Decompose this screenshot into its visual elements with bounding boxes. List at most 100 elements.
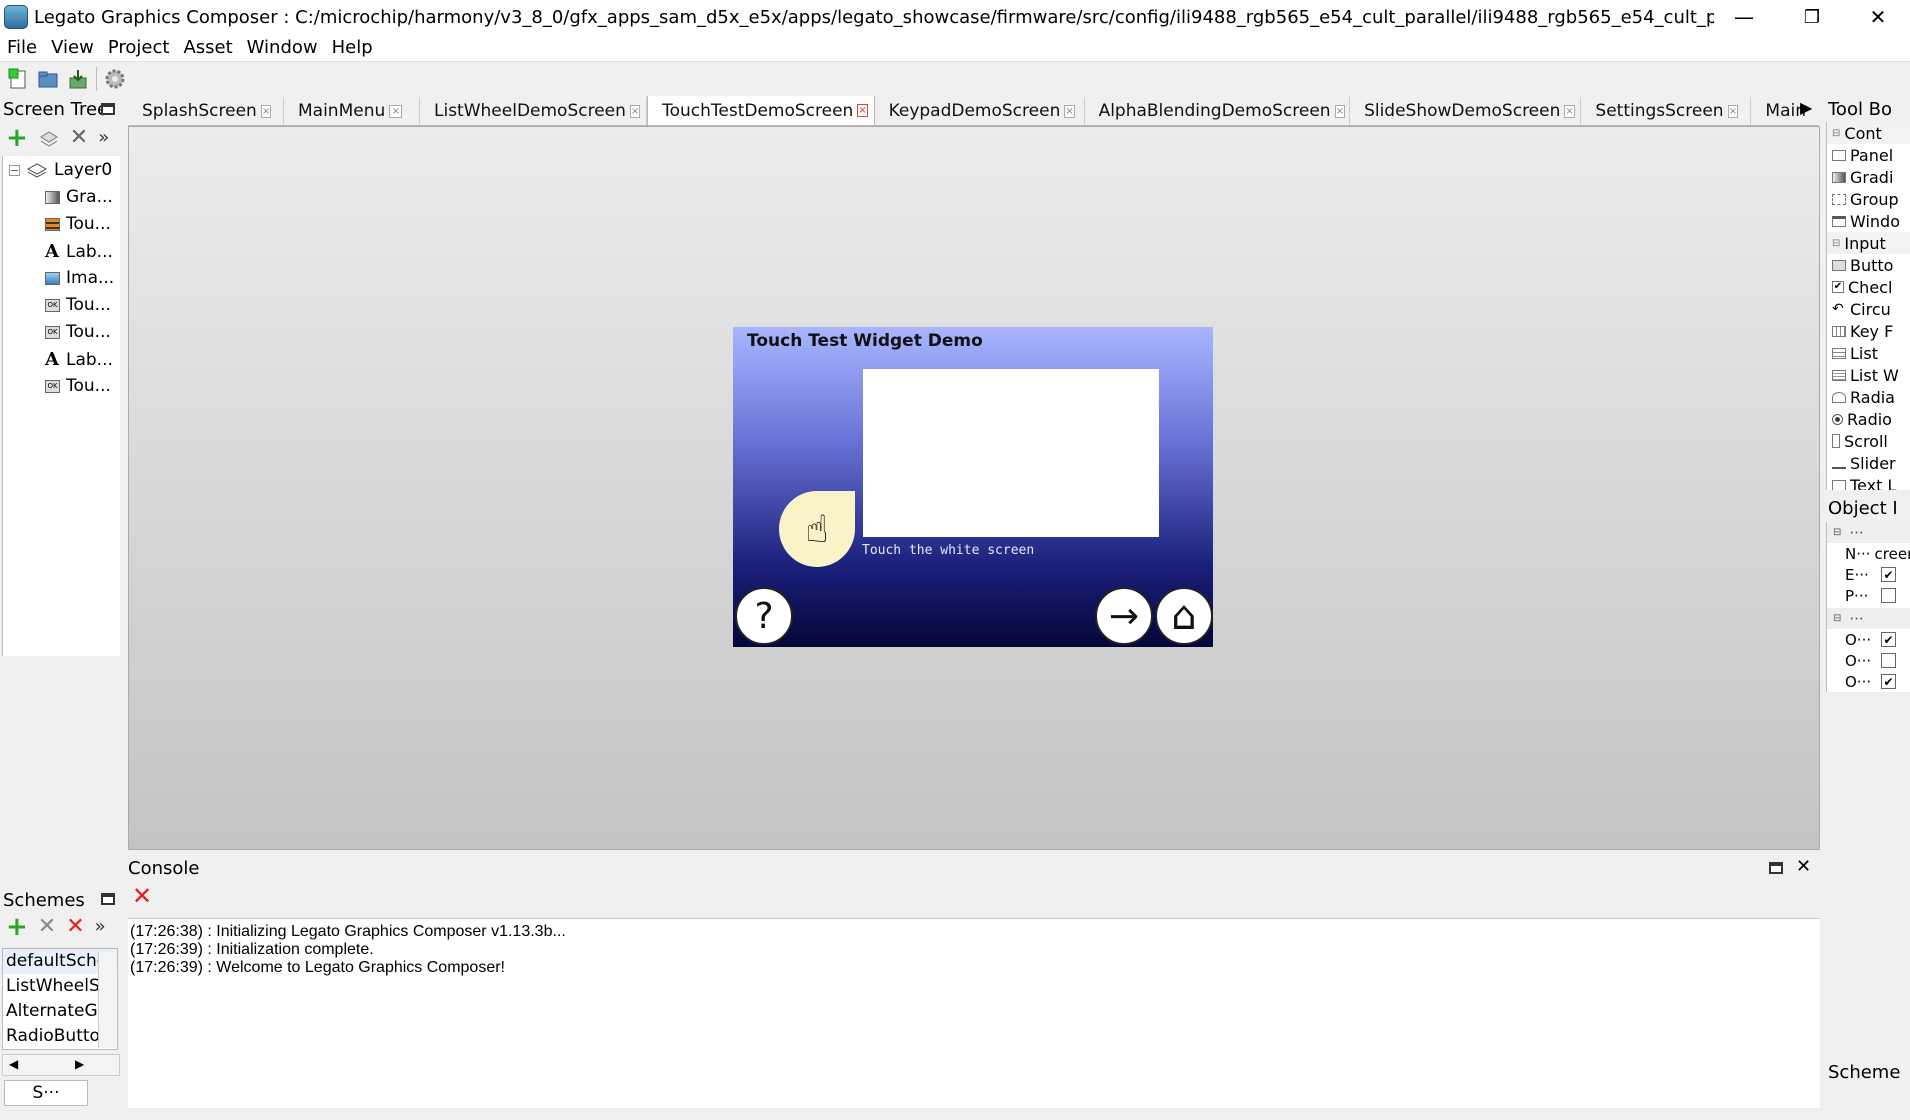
- close-icon[interactable]: ×: [629, 104, 641, 118]
- close-icon[interactable]: ×: [260, 104, 272, 118]
- toolbox-item-checkbox[interactable]: ✔ Checl: [1827, 276, 1910, 298]
- console-close-icon[interactable]: ✕: [1796, 856, 1811, 877]
- toolbox-item-slider[interactable]: Slider: [1827, 452, 1910, 474]
- property-checkbox[interactable]: ✔: [1881, 632, 1896, 647]
- save-project-button[interactable]: [66, 67, 90, 91]
- touch-test-screen[interactable]: Touch Test Widget Demo Touch the white s…: [733, 327, 1213, 647]
- tab-settings-screen[interactable]: SettingsScreen ×: [1581, 97, 1752, 125]
- toolbox-item-window[interactable]: Windo: [1827, 210, 1910, 232]
- tree-node-label[interactable]: A Lab...: [45, 349, 113, 370]
- touch-test-area[interactable]: [863, 369, 1159, 537]
- schemes-more[interactable]: »: [95, 916, 106, 937]
- open-project-button[interactable]: [36, 67, 60, 91]
- close-icon[interactable]: ×: [857, 104, 868, 117]
- toolbox-item-keypad[interactable]: Key F: [1827, 320, 1910, 342]
- property-section[interactable]: ⊟ ···: [1827, 522, 1910, 543]
- schemes-h-scrollbar[interactable]: ◀ ▶: [2, 1054, 120, 1076]
- close-icon[interactable]: ×: [1334, 104, 1345, 118]
- property-section[interactable]: ⊟ ···: [1827, 608, 1910, 629]
- tree-node-label: Layer0: [54, 160, 113, 180]
- menu-help[interactable]: Help: [325, 37, 380, 58]
- collapse-icon[interactable]: ⊟: [1833, 613, 1841, 624]
- close-window-button[interactable]: ✕: [1846, 0, 1910, 34]
- delete-icon[interactable]: ✕: [70, 126, 88, 148]
- schemes-scrollbar[interactable]: [98, 952, 116, 1048]
- property-checkbox[interactable]: [1881, 653, 1896, 668]
- property-row-name[interactable]: N··· creer: [1827, 543, 1910, 564]
- tree-node-image[interactable]: Ima...: [45, 268, 114, 288]
- tab-scroll-right-icon[interactable]: ▶: [1800, 98, 1812, 117]
- next-button[interactable]: →: [1095, 587, 1153, 645]
- toolbox-item-button[interactable]: Butto: [1827, 254, 1910, 276]
- toolbox-item-scroll[interactable]: Scroll: [1827, 430, 1910, 452]
- property-checkbox[interactable]: [1881, 588, 1896, 603]
- minimize-button[interactable]: —: [1712, 0, 1776, 34]
- property-row-enabled[interactable]: E··· ✔: [1827, 564, 1910, 585]
- console-float-icon[interactable]: [1769, 862, 1783, 874]
- scroll-left-icon[interactable]: ◀: [9, 1057, 18, 1071]
- settings-button[interactable]: [103, 67, 127, 91]
- collapse-icon[interactable]: ⊟: [1832, 128, 1840, 139]
- toolbox-item-list[interactable]: List: [1827, 342, 1910, 364]
- menu-asset[interactable]: Asset: [176, 37, 239, 58]
- tab-alpha-blending-demo[interactable]: AlphaBlendingDemoScreen ×: [1085, 97, 1351, 125]
- toolbox-item-radial[interactable]: Radia: [1827, 386, 1910, 408]
- remove-icon[interactable]: ✕: [38, 915, 56, 937]
- new-project-button[interactable]: [6, 67, 30, 91]
- menu-file[interactable]: File: [0, 37, 44, 58]
- property-checkbox[interactable]: ✔: [1881, 674, 1896, 689]
- collapse-icon[interactable]: −: [9, 164, 20, 176]
- layer-icon[interactable]: [38, 128, 60, 148]
- tree-node-layer0[interactable]: − Layer0: [9, 160, 112, 180]
- toolbox-item-list-wheel[interactable]: List W: [1827, 364, 1910, 386]
- delete-icon[interactable]: ✕: [66, 915, 84, 937]
- clear-console-icon[interactable]: ✕: [132, 884, 152, 908]
- schemes-float-icon[interactable]: [101, 893, 115, 905]
- screen-tree-float-icon[interactable]: [101, 103, 115, 115]
- tree-node-gradient[interactable]: Gra...: [45, 187, 113, 207]
- tab-touch-test-demo[interactable]: TouchTestDemoScreen ×: [647, 96, 875, 125]
- property-row-o[interactable]: O··· ✔: [1827, 671, 1910, 692]
- property-row-o[interactable]: O··· ✔: [1827, 629, 1910, 650]
- toolbox-item-gradient[interactable]: Gradi: [1827, 166, 1910, 188]
- collapse-icon[interactable]: ⊟: [1832, 238, 1840, 249]
- tree-node-touch-button[interactable]: OK Tou...: [45, 376, 111, 396]
- menu-window[interactable]: Window: [240, 37, 325, 58]
- tab-list-wheel-demo[interactable]: ListWheelDemoScreen ×: [420, 97, 648, 125]
- toolbox-item-panel[interactable]: Panel: [1827, 144, 1910, 166]
- toolbox-item-text[interactable]: Text L: [1827, 474, 1910, 490]
- close-icon[interactable]: ×: [1564, 104, 1575, 118]
- tree-node-touchtest[interactable]: Tou...: [45, 214, 111, 234]
- tree-node-touch-button[interactable]: OK Tou...: [45, 295, 111, 315]
- property-checkbox[interactable]: ✔: [1881, 567, 1896, 582]
- toolbox-item-radio[interactable]: Radio: [1827, 408, 1910, 430]
- restore-button[interactable]: ❐: [1780, 0, 1844, 34]
- tab-splash-screen[interactable]: SplashScreen ×: [128, 97, 284, 125]
- add-icon[interactable]: +: [6, 914, 28, 940]
- tab-slide-show-demo[interactable]: SlideShowDemoScreen ×: [1350, 97, 1582, 125]
- close-icon[interactable]: ×: [1064, 104, 1075, 118]
- property-row-p[interactable]: P···: [1827, 585, 1910, 606]
- toolbox-item-circular[interactable]: ↶ Circu: [1827, 298, 1910, 320]
- screen-tree-more[interactable]: »: [98, 127, 109, 148]
- collapse-icon[interactable]: ⊟: [1833, 527, 1841, 538]
- toolbox-group-containers[interactable]: ⊟ Cont: [1827, 122, 1910, 144]
- menu-view[interactable]: View: [44, 37, 101, 58]
- add-icon[interactable]: +: [6, 125, 28, 151]
- close-icon[interactable]: ×: [1727, 104, 1739, 118]
- help-button[interactable]: ?: [735, 587, 793, 645]
- toolbox-item-group[interactable]: Group: [1827, 188, 1910, 210]
- property-value[interactable]: creer: [1875, 545, 1910, 563]
- tree-node-touch-button[interactable]: OK Tou...: [45, 322, 111, 342]
- menu-project[interactable]: Project: [101, 37, 177, 58]
- tab-main-menu[interactable]: MainMenu ×: [284, 97, 420, 125]
- toolbox-group-input[interactable]: ⊟ Input: [1827, 232, 1910, 254]
- close-icon[interactable]: ×: [389, 104, 403, 118]
- property-row-o[interactable]: O···: [1827, 650, 1910, 671]
- schemes-bottom-tab[interactable]: S···: [4, 1080, 88, 1106]
- tab-keypad-demo[interactable]: KeypadDemoScreen ×: [875, 97, 1085, 125]
- home-button[interactable]: ⌂: [1155, 587, 1213, 645]
- tree-node-label[interactable]: A Lab...: [45, 241, 113, 262]
- scroll-right-icon[interactable]: ▶: [75, 1057, 84, 1071]
- panel-icon: [1832, 149, 1846, 161]
